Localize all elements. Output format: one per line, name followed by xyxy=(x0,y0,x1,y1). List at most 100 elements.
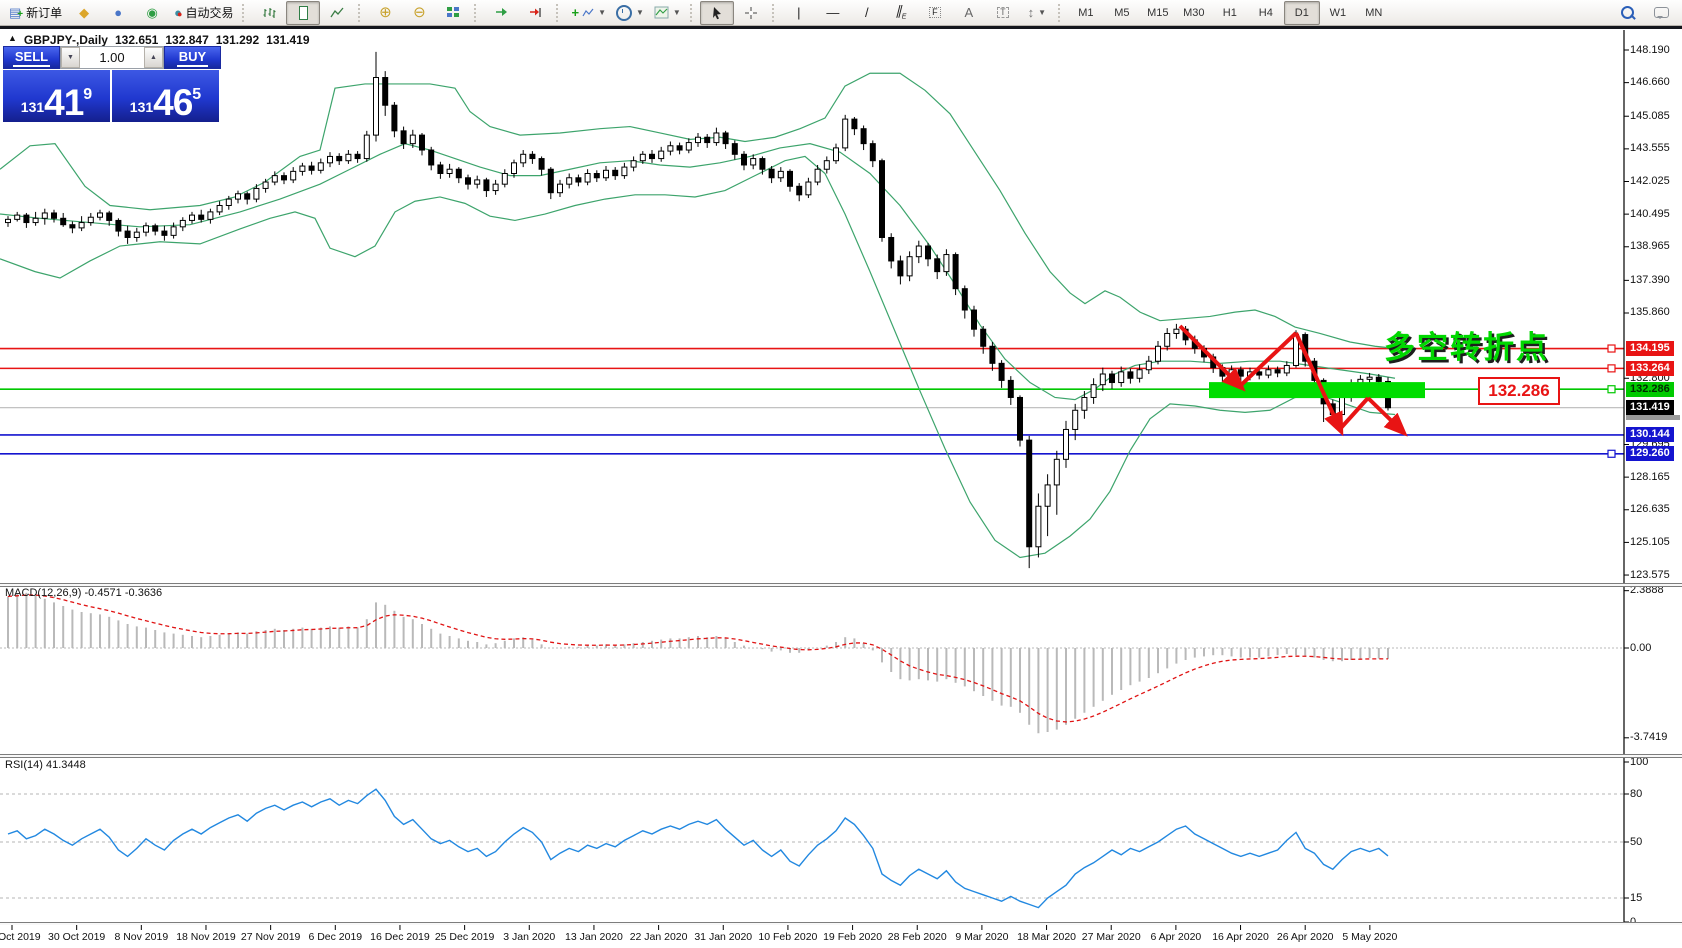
new-order-label: 新订单 xyxy=(26,6,63,20)
sell-price-prefix: 131 xyxy=(20,99,45,115)
timeframe-button-h4[interactable]: H4 xyxy=(1248,1,1284,25)
auto-trading-label: 自动交易 xyxy=(185,6,234,20)
price-badge-129.260: 129.260 xyxy=(1626,446,1674,462)
horizontal-line-icon: — xyxy=(826,5,840,20)
bar-chart-button[interactable] xyxy=(252,1,286,25)
date-axis-label: 10 Feb 2020 xyxy=(758,931,818,943)
macd-axis-tick: -3.7419 xyxy=(1630,731,1668,744)
search-icon xyxy=(1620,6,1634,19)
shapes-button[interactable]: ↕ ▼ xyxy=(1020,1,1054,25)
price-axis-tick: 123.575 xyxy=(1630,568,1670,581)
timeframe-button-w1[interactable]: W1 xyxy=(1320,1,1356,25)
chart-shift-button[interactable] xyxy=(518,1,552,25)
timeframe-button-mn[interactable]: MN xyxy=(1356,1,1392,25)
signals-button[interactable]: ◉ xyxy=(135,1,169,25)
auto-scroll-button[interactable] xyxy=(484,1,518,25)
timeframe-button-m15[interactable]: M15 xyxy=(1140,1,1176,25)
ohlc-open: 132.651 xyxy=(114,33,159,47)
macd-value-main: -0.4571 xyxy=(84,587,122,599)
buy-price-sup: 5 xyxy=(192,86,202,103)
market-watch-icon: ◆ xyxy=(79,5,90,20)
cursor-button[interactable] xyxy=(699,0,734,25)
sell-button[interactable]: SELL xyxy=(3,46,60,69)
volume-increase-button[interactable]: ▲ xyxy=(144,47,163,68)
price-axis-tick: 138.965 xyxy=(1630,240,1670,253)
rsi-name: RSI(14) xyxy=(5,759,43,771)
ohlc-high: 132.847 xyxy=(165,33,209,47)
timeframe-button-d1[interactable]: D1 xyxy=(1283,0,1320,25)
price-axis-tick: 145.085 xyxy=(1630,109,1670,122)
vertical-line-icon: | xyxy=(797,5,801,20)
new-order-icon: ▤+ xyxy=(9,4,24,20)
toolbar-separator xyxy=(358,3,364,22)
new-order-button[interactable]: ▤+ 新订单 xyxy=(4,1,67,25)
tile-windows-button[interactable] xyxy=(436,1,470,25)
timeframe-button-m5[interactable]: M5 xyxy=(1104,1,1140,25)
auto-scroll-icon xyxy=(495,8,507,16)
text-button[interactable]: A xyxy=(952,1,986,25)
price-axis-tick: 148.190 xyxy=(1630,43,1670,56)
date-axis-label: 3 Jan 2020 xyxy=(503,931,556,943)
zoom-in-button[interactable]: ⊕ xyxy=(368,1,402,25)
collapse-arrow-icon[interactable]: ▲ xyxy=(8,33,17,47)
candlestick-button[interactable] xyxy=(286,0,321,25)
fibonacci-button[interactable]: F xyxy=(918,1,952,25)
line-chart-icon xyxy=(330,7,344,17)
zoom-out-button[interactable]: ⊖ xyxy=(402,1,436,25)
price-tag-annotation[interactable]: 132.286 xyxy=(1478,377,1560,405)
price-axis-tick: 146.660 xyxy=(1630,76,1670,89)
date-axis-label: 30 Oct 2019 xyxy=(48,931,106,943)
price-axis-tick: 125.105 xyxy=(1630,535,1670,548)
chevron-down-icon: ▼ xyxy=(598,8,606,17)
rsi-value: 41.3448 xyxy=(45,759,86,771)
sell-price-display[interactable]: 131 41 9 xyxy=(3,70,110,122)
chevron-down-icon: ▼ xyxy=(1038,8,1047,17)
main-toolbar: ▤+ 新订单 ◆ ● ◉ ●● 自动交易 ⊕ ⊖ + ▼ ▼ ▼ | — / ∥… xyxy=(0,0,1682,26)
date-axis-label: 8 Nov 2019 xyxy=(114,931,169,943)
buy-button[interactable]: BUY xyxy=(164,46,221,69)
toolbar-separator xyxy=(474,3,480,22)
date-axis-label: 19 Feb 2020 xyxy=(823,931,883,943)
horizontal-line-button[interactable]: — xyxy=(816,1,850,25)
search-button[interactable] xyxy=(1610,1,1644,25)
price-axis-tick: 143.555 xyxy=(1630,142,1670,155)
date-axis-label: 25 Dec 2019 xyxy=(434,931,495,943)
indicators-icon: + xyxy=(571,5,580,20)
timeframe-button-m30[interactable]: M30 xyxy=(1176,1,1212,25)
rsi-pane-separator[interactable] xyxy=(0,754,1682,758)
market-watch-button[interactable]: ◆ xyxy=(67,1,101,25)
trendline-button[interactable]: / xyxy=(850,1,884,25)
crosshair-button[interactable] xyxy=(734,1,768,25)
macd-pane-separator[interactable] xyxy=(0,583,1682,587)
label-button[interactable]: T xyxy=(986,1,1020,25)
periods-button[interactable]: ▼ xyxy=(611,1,649,25)
volume-decrease-button[interactable]: ▼ xyxy=(61,47,80,68)
indicators-button[interactable]: + ▼ xyxy=(566,1,611,25)
toolbar-separator xyxy=(556,3,562,22)
vertical-line-button[interactable]: | xyxy=(782,1,816,25)
rsi-label-line: RSI(14) 41.3448 xyxy=(5,759,86,771)
macd-value-signal: -0.3636 xyxy=(124,587,163,599)
turning-point-annotation[interactable]: 多空转折点 xyxy=(1384,322,1549,367)
community-chat-button[interactable] xyxy=(1644,1,1678,25)
bar-chart-icon xyxy=(263,7,276,18)
buy-price-big: 46 xyxy=(153,81,193,123)
templates-button[interactable]: ▼ xyxy=(649,1,686,25)
buy-price-display[interactable]: 131 46 5 xyxy=(112,70,219,122)
autotrade-icon: ●● xyxy=(174,5,183,20)
date-axis-label: 16 Dec 2019 xyxy=(370,931,430,943)
date-axis-label: 6 Apr 2020 xyxy=(1150,931,1202,943)
toolbar-separator xyxy=(1057,3,1064,22)
date-axis-label: 6 Dec 2019 xyxy=(308,931,363,943)
volume-value[interactable]: 1.00 xyxy=(80,47,144,68)
fibonacci-icon: F xyxy=(929,7,941,18)
rsi-axis-tick: 15 xyxy=(1630,891,1643,904)
navigator-button[interactable]: ● xyxy=(101,1,135,25)
channel-button[interactable]: ∥E xyxy=(884,1,918,25)
auto-trading-button[interactable]: ●● 自动交易 xyxy=(169,1,238,25)
timeframe-button-h1[interactable]: H1 xyxy=(1212,1,1248,25)
price-badge-131.419: 131.419 xyxy=(1626,400,1674,416)
ohlc-close: 131.419 xyxy=(266,33,310,47)
timeframe-button-m1[interactable]: M1 xyxy=(1068,1,1104,25)
line-chart-button[interactable] xyxy=(320,1,354,25)
